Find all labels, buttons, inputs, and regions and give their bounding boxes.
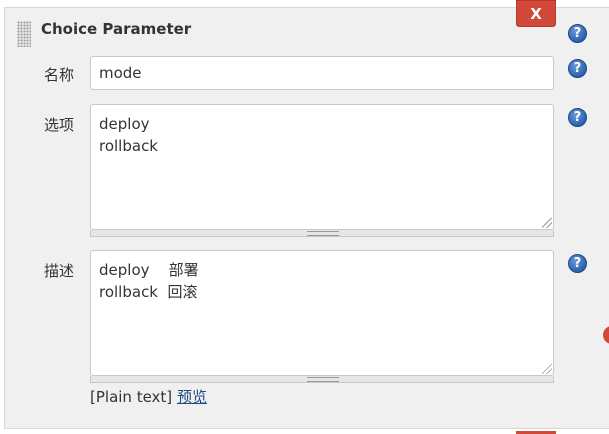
name-input[interactable]: mode [90,56,554,90]
drag-handle[interactable] [17,21,31,47]
choices-textarea[interactable]: deploy rollback [90,104,554,230]
block-title: Choice Parameter [41,20,192,38]
description-label: 描述 [44,262,75,280]
name-help-icon[interactable]: ? [568,59,587,78]
choices-resize-handle[interactable] [542,218,552,228]
format-note: [Plain text] 预览 [90,386,207,407]
choices-grip-bar[interactable] [90,230,554,237]
name-label: 名称 [44,66,75,84]
description-grip-bar[interactable] [90,376,554,383]
description-help-icon[interactable]: ? [568,254,587,273]
choices-help-icon[interactable]: ? [568,108,587,127]
choices-label: 选项 [44,116,75,134]
format-label: [Plain text] [90,388,173,406]
description-resize-handle[interactable] [542,364,552,374]
description-textarea[interactable]: deploy 部署 rollback 回滚 [90,250,554,376]
choices-field: deploy rollback [90,104,554,237]
help-icon[interactable]: ? [568,24,587,43]
delete-button[interactable]: X [516,0,556,27]
preview-link[interactable]: 预览 [177,388,207,406]
description-field: deploy 部署 rollback 回滚 [90,250,554,383]
